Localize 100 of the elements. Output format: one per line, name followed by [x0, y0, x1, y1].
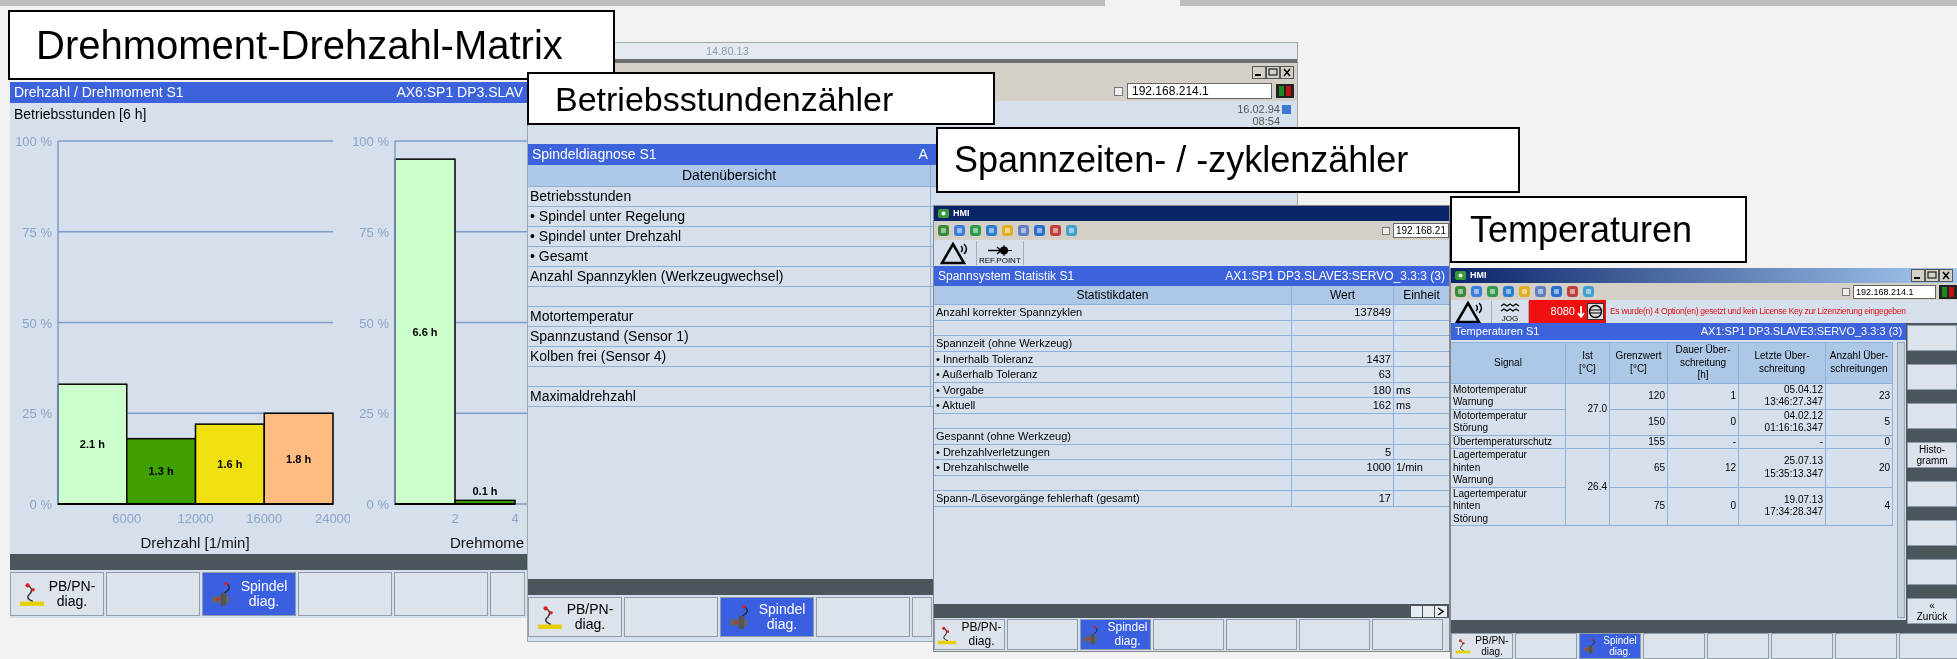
axis-title: Drehmome [450, 534, 525, 551]
checkbox[interactable] [1842, 287, 1850, 296]
blank-softkey[interactable] [1515, 633, 1577, 659]
toolbar-icon[interactable] [1065, 224, 1078, 237]
table-cell: Motortemperatur Warnung [1453, 383, 1527, 409]
blank-softkey[interactable] [106, 572, 200, 616]
scrollbar[interactable] [1897, 342, 1905, 618]
blank-softkey[interactable] [1153, 619, 1224, 650]
softkey[interactable]: PB/PN- diag. [10, 572, 104, 616]
toolbar-icon[interactable] [985, 224, 998, 237]
axis-label: AX1:SP1 DP3.SLAVE3:SERVO_3.3:3 (3) [1225, 268, 1445, 285]
softkey[interactable]: Spindel diag. [720, 597, 814, 637]
panel-title: Spindeldiagnose S1 [532, 145, 657, 164]
blank-softkey[interactable] [1643, 633, 1705, 659]
table-cell: 120 [1648, 389, 1665, 403]
table-cell: 26.4 [1587, 480, 1607, 494]
caption: Betriebsstundenzähler [527, 72, 995, 125]
side-softkey[interactable]: Histo- gramm [1907, 442, 1957, 468]
axis-label: A [918, 145, 928, 164]
app-icon [1455, 271, 1466, 280]
blank-softkey[interactable] [490, 572, 525, 616]
blank-side-softkey[interactable] [1907, 364, 1957, 390]
table-cell: 1/min [1396, 460, 1423, 475]
blank-side-softkey[interactable] [1907, 559, 1957, 585]
table-cell: 5 [1884, 415, 1890, 429]
blank-softkey[interactable] [394, 572, 488, 616]
table-cell: • Drehzahlverletzungen [936, 444, 1050, 459]
toolbar-icon[interactable] [1001, 224, 1014, 237]
softkey[interactable]: Spindel diag. [202, 572, 296, 616]
blank-softkey[interactable] [816, 597, 910, 637]
table-cell: 5 [1384, 444, 1391, 459]
ip-address-field[interactable]: 192.168.214.1 [1853, 284, 1936, 299]
table-cell-text: • Spindel unter Drehzahl [530, 227, 682, 246]
blank-softkey[interactable] [912, 597, 932, 637]
column-header: Ist [°C] [1566, 343, 1610, 384]
toolbar-icon[interactable] [1518, 285, 1531, 298]
toolbar-icon[interactable] [1454, 285, 1467, 298]
toolbar-icon[interactable] [1486, 285, 1499, 298]
toolbar-icon[interactable] [1017, 224, 1030, 237]
softkey[interactable]: PB/PN- diag. [934, 619, 1005, 650]
maximize-icon[interactable] [1266, 66, 1280, 79]
scroll-arrows-icon[interactable] [1411, 605, 1447, 617]
blank-side-softkey[interactable] [1907, 403, 1957, 429]
toolbar-icon[interactable] [1033, 224, 1046, 237]
table-cell-text: Kolben frei (Sensor 4) [530, 347, 667, 366]
toolbar-icon[interactable] [969, 224, 982, 237]
blank-softkey[interactable] [1835, 633, 1897, 659]
toolbar-icon[interactable] [1550, 285, 1563, 298]
toolbar-icon[interactable] [937, 224, 950, 237]
blank-softkey[interactable] [1226, 619, 1297, 650]
table-cell: 4 [1884, 500, 1890, 513]
column-header: Dauer Über- schreitung [h] [1668, 343, 1739, 384]
table-cell: Übertemperaturschutz [1453, 435, 1552, 448]
table-cell: 17 [1378, 491, 1391, 506]
blank-side-softkey[interactable] [1907, 520, 1957, 546]
blank-softkey[interactable] [1899, 633, 1957, 659]
tick-label: 100 % [352, 134, 389, 149]
toolbar-icon[interactable] [1566, 285, 1579, 298]
alarm-number: 8080 [1550, 304, 1575, 320]
toolbar-icon[interactable] [1049, 224, 1062, 237]
checkbox[interactable] [1114, 86, 1123, 96]
toolbar-icon[interactable] [1534, 285, 1547, 298]
checkbox[interactable] [1381, 226, 1390, 235]
blank-softkey[interactable] [1707, 633, 1769, 659]
toolbar-icon[interactable] [1502, 285, 1515, 298]
blank-softkey[interactable] [1299, 619, 1370, 650]
bar-value-label: 1.8 h [286, 452, 312, 465]
blank-side-softkey[interactable] [1907, 481, 1957, 507]
table-cell: - [1732, 435, 1736, 448]
blank-softkey[interactable] [624, 597, 718, 637]
softkey[interactable]: Spindel diag. [1579, 633, 1641, 659]
toolbar-icon[interactable] [953, 224, 966, 237]
ref-point-button[interactable]: REF.POINT [976, 241, 1024, 265]
maximize-icon[interactable] [1925, 269, 1939, 282]
close-icon[interactable] [1939, 269, 1953, 282]
ip-address-field[interactable]: 192.168.214.1 [1127, 83, 1272, 99]
wave-icon [1500, 302, 1520, 314]
softkey[interactable]: PB/PN- diag. [1451, 633, 1513, 659]
table-cell: Lagertemperatur hinten Warnung [1453, 449, 1527, 487]
minimize-icon[interactable] [1911, 269, 1925, 282]
panel-title: Drehzahl / Drehmoment S1 [14, 83, 184, 102]
blank-softkey[interactable] [298, 572, 392, 616]
softkey[interactable]: Spindel diag. [1080, 619, 1151, 650]
side-softkey[interactable]: « Zurück [1907, 598, 1957, 624]
close-icon[interactable] [1280, 66, 1294, 79]
table-cell: Gespannt (ohne Werkzeug) [936, 429, 1071, 444]
table-cell: 1000 [1366, 460, 1391, 475]
table-cell: 1 [1730, 389, 1736, 403]
minimize-icon[interactable] [1252, 66, 1266, 79]
ip-address-field[interactable]: 192.168.21 [1392, 223, 1449, 238]
toolbar-icon[interactable] [1582, 285, 1595, 298]
blank-side-softkey[interactable] [1907, 325, 1957, 351]
column-header: Grenzwert [°C] [1610, 343, 1668, 384]
softkey[interactable]: PB/PN- diag. [528, 597, 622, 637]
blank-softkey[interactable] [1007, 619, 1078, 650]
blank-softkey[interactable] [1771, 633, 1833, 659]
tick-label: 12000 [177, 511, 214, 526]
table-cell: 63 [1378, 367, 1391, 382]
toolbar-icon[interactable] [1470, 285, 1483, 298]
column-header: Wert [1292, 286, 1394, 304]
